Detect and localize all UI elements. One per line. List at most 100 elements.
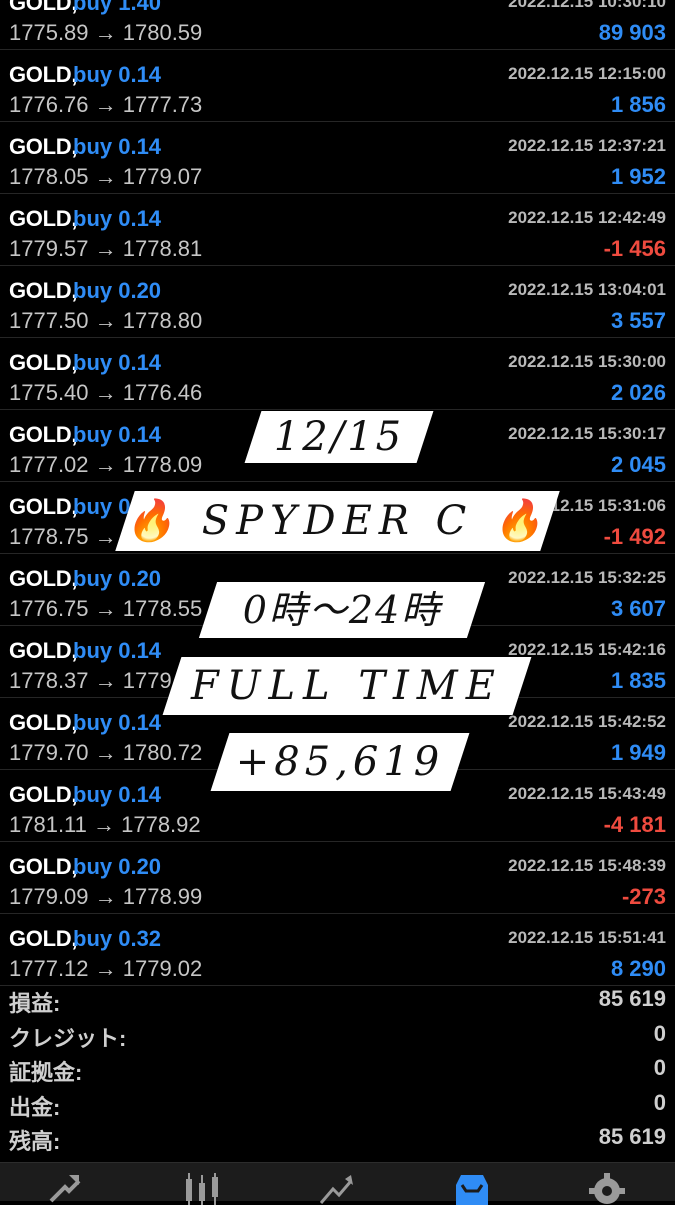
trade-side: buy 0.14 [73, 134, 162, 159]
trade-profit: 3 557 [610, 308, 666, 333]
trade-time: 2022.12.15 15:43:49 [508, 784, 666, 803]
trade-time: 2022.12.15 15:42:16 [508, 640, 666, 659]
trade-side: buy 0.14 [73, 638, 162, 663]
trade-row[interactable]: GOLD, buy 0.32 2022.12.15 15:51:41 1777.12 … [0, 914, 675, 986]
trade-prices: 1778.05 → 1779.07 [9, 164, 203, 189]
summary-label: クレジット: [9, 1025, 127, 1051]
trade-profit: 89 903 [598, 20, 666, 45]
trade-side: buy 0.14 [73, 422, 162, 447]
trade-prices: 1777.02 → 1778.09 [9, 452, 203, 477]
summary-value: 0 [653, 1055, 666, 1080]
trade-prices: 1779.09 → 1778.99 [9, 884, 203, 909]
account-summary: 損益: 85 619 クレジット: 0 証拠金: 0 出金: 0 残高: 85 619 [0, 983, 675, 1156]
trade-time: 2022.12.15 15:48:39 [508, 856, 666, 875]
trade-symbol: GOLD, [9, 854, 78, 879]
trade-time: 2022.12.15 15:32:25 [508, 568, 666, 587]
trade-row[interactable]: GOLD, buy 0.14 2022.12.15 12:15:00 1776.76 … [0, 50, 675, 122]
fire-icon: 🔥 [492, 498, 550, 544]
trade-row[interactable]: GOLD, buy 0.20 2022.12.15 13:04:01 1777.50 … [0, 266, 675, 338]
trade-profit: -273 [621, 884, 666, 909]
trade-prices: 1775.89 → 1780.59 [9, 20, 203, 45]
trade-symbol: GOLD, [9, 134, 78, 159]
trade-time: 2022.12.15 15:51:41 [508, 928, 666, 947]
trade-time: 2022.12.15 15:30:00 [508, 352, 666, 371]
trade-side: buy 0.14 [73, 62, 162, 87]
fulltime-text: FULL TIME [191, 663, 503, 709]
trade-side: buy 0.32 [73, 926, 162, 951]
trade-profit: 8 290 [610, 956, 666, 981]
trade-time: 2022.12.15 15:30:17 [508, 424, 666, 443]
fire-icon: 🔥 [125, 498, 183, 544]
summary-row: 証拠金: 0 [0, 1052, 675, 1087]
trade-symbol: GOLD, [9, 278, 78, 303]
trade-side: buy 0.14 [73, 206, 162, 231]
name-banner: 🔥 SPYDER C 🔥 [115, 491, 560, 551]
fulltime-banner: FULL TIME [162, 657, 532, 715]
trade-time: 2022.12.15 10:30:10 [508, 0, 666, 11]
trade-prices: 1777.50 → 1778.80 [9, 308, 203, 333]
summary-row: 出金: 0 [0, 1087, 675, 1122]
date-banner: 12/15 [244, 411, 434, 463]
trade-time: 2022.12.15 13:04:01 [508, 280, 666, 299]
hours-text: 0時〜24時 [242, 588, 442, 632]
trade-profit: 1 835 [610, 668, 666, 693]
summary-label: 損益: [9, 991, 61, 1016]
trade-symbol: GOLD, [9, 0, 78, 15]
trade-symbol: GOLD, [9, 206, 78, 231]
trade-side: buy 0.20 [73, 566, 162, 591]
summary-row: 損益: 85 619 [0, 983, 675, 1018]
trade-profit: 1 952 [610, 164, 666, 189]
trade-profit: -4 181 [603, 812, 666, 837]
summary-label: 残高: [9, 1129, 61, 1154]
trade-symbol: GOLD, [9, 566, 78, 591]
trade-prices: 1777.12 → 1779.02 [9, 956, 203, 981]
trade-time: 2022.12.15 12:42:49 [508, 208, 666, 227]
trade-profit: -1 492 [603, 524, 666, 549]
summary-label: 出金: [9, 1094, 61, 1120]
trade-side: buy 1.40 [73, 0, 162, 15]
summary-value: 85 619 [598, 986, 666, 1011]
trade-row[interactable]: GOLD, buy 1.40 2022.12.15 10:30:10 1775.89 … [0, 0, 675, 50]
trade-profit: 3 607 [610, 596, 666, 621]
summary-row: 残高: 85 619 [0, 1121, 675, 1156]
trade-symbol: GOLD, [9, 422, 78, 447]
hours-banner: 0時〜24時 [198, 582, 486, 638]
result-text: +85,619 [235, 739, 445, 785]
trade-side: buy 0.14 [73, 350, 162, 375]
trade-symbol: GOLD, [9, 494, 78, 519]
summary-value: 85 619 [598, 1124, 666, 1149]
trade-symbol: GOLD, [9, 710, 78, 735]
bottom-tab-bar [0, 1162, 675, 1205]
trade-prices: 1779.57 → 1778.81 [9, 236, 203, 261]
trade-row[interactable]: GOLD, buy 0.14 2022.12.15 15:30:00 1775.40 … [0, 338, 675, 410]
trade-profit: -1 456 [603, 236, 666, 261]
trade-profit: 1 856 [610, 92, 666, 117]
date-text: 12/15 [273, 414, 405, 460]
trade-prices: 1776.75 → 1778.55 [9, 596, 203, 621]
trade-symbol: GOLD, [9, 926, 78, 951]
trade-time: 2022.12.15 12:37:21 [508, 136, 666, 155]
trade-profit: 2 045 [610, 452, 666, 477]
summary-value: 0 [653, 1089, 666, 1115]
trade-side: buy 0.14 [73, 782, 162, 807]
trade-symbol: GOLD, [9, 62, 78, 87]
result-banner: +85,619 [210, 733, 470, 791]
trade-row[interactable]: GOLD, buy 0.20 2022.12.15 15:48:39 1779.09 … [0, 842, 675, 914]
trade-time: 2022.12.15 15:42:52 [508, 712, 666, 731]
trade-prices: 1776.76 → 1777.73 [9, 92, 203, 117]
trade-prices: 1775.40 → 1776.46 [9, 380, 203, 405]
trade-time: 2022.12.15 12:15:00 [508, 64, 666, 83]
trade-symbol: GOLD, [9, 782, 78, 807]
summary-label: 証拠金: [9, 1060, 83, 1085]
trade-prices: 1779.70 → 1780.72 [9, 740, 203, 765]
trade-row[interactable]: GOLD, buy 0.14 2022.12.15 12:42:49 1779.57 … [0, 194, 675, 266]
trade-row[interactable]: GOLD, buy 0.14 2022.12.15 12:37:21 1778.05 … [0, 122, 675, 194]
trade-profit: 1 949 [610, 740, 666, 765]
trade-profit: 2 026 [610, 380, 666, 405]
trade-symbol: GOLD, [9, 638, 78, 663]
name-text: SPYDER C [201, 498, 474, 544]
trade-side: buy 0.14 [73, 710, 162, 735]
trade-side: buy 0.20 [73, 278, 162, 303]
trade-prices: 1781.11 → 1778.92 [9, 812, 201, 837]
summary-value: 0 [653, 1020, 666, 1046]
